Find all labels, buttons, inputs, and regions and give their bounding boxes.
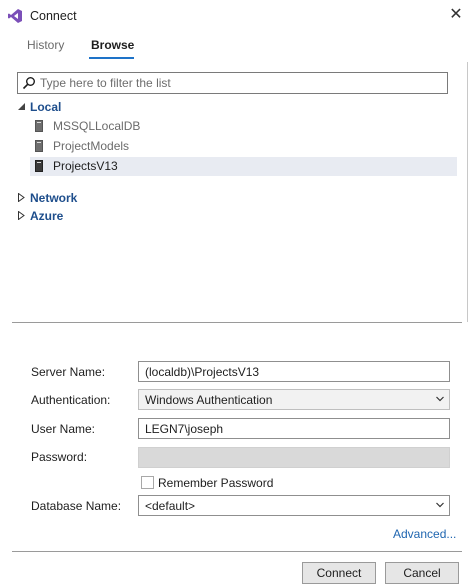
- database-name-value: <default>: [145, 499, 196, 513]
- server-item-label: MSSQLLocalDB: [53, 119, 141, 133]
- tab-browse[interactable]: Browse: [91, 38, 134, 52]
- database-server-icon: [35, 120, 43, 132]
- database-name-select[interactable]: <default>: [138, 495, 450, 516]
- server-item-label: ProjectModels: [53, 139, 130, 153]
- remember-password-checkbox[interactable]: [141, 476, 154, 489]
- active-tab-indicator: [89, 57, 134, 59]
- panel-border: [467, 62, 468, 322]
- filter-box[interactable]: [17, 72, 448, 94]
- section-divider: [12, 322, 462, 323]
- database-server-icon: [35, 160, 43, 172]
- user-name-field[interactable]: LEGN7\joseph: [138, 418, 450, 439]
- cancel-button[interactable]: Cancel: [385, 562, 459, 584]
- connect-button[interactable]: Connect: [302, 562, 376, 584]
- collapsed-triangle-icon[interactable]: [17, 193, 26, 202]
- search-icon: [22, 77, 35, 90]
- chevron-down-icon: [436, 502, 444, 508]
- remember-password-label[interactable]: Remember Password: [158, 476, 273, 490]
- expanded-triangle-icon[interactable]: [17, 102, 26, 111]
- database-name-label: Database Name:: [31, 499, 122, 513]
- password-label: Password:: [31, 450, 88, 464]
- server-name-field[interactable]: (localdb)\ProjectsV13: [138, 361, 450, 382]
- tree-node-network-label: Network: [30, 191, 78, 205]
- user-name-label: User Name:: [31, 422, 96, 436]
- close-icon[interactable]: ✕: [447, 6, 465, 24]
- server-name-value: (localdb)\ProjectsV13: [145, 365, 260, 379]
- authentication-label: Authentication:: [31, 393, 111, 407]
- tree-node-azure-label: Azure: [30, 209, 64, 223]
- filter-input[interactable]: [40, 75, 440, 91]
- server-item-projectsv13[interactable]: ProjectsV13: [30, 157, 457, 176]
- advanced-link[interactable]: Advanced...: [393, 527, 456, 541]
- password-field[interactable]: [138, 447, 450, 468]
- database-server-icon: [35, 140, 43, 152]
- server-item-label: ProjectsV13: [53, 159, 118, 173]
- window-title: Connect: [30, 9, 77, 23]
- tab-history[interactable]: History: [27, 38, 64, 52]
- user-name-value: LEGN7\joseph: [145, 422, 224, 436]
- authentication-select[interactable]: Windows Authentication: [138, 389, 450, 410]
- authentication-value: Windows Authentication: [145, 393, 273, 407]
- title-bar: Connect ✕: [0, 0, 474, 32]
- visual-studio-icon: [8, 9, 22, 23]
- collapsed-triangle-icon[interactable]: [17, 211, 26, 220]
- chevron-down-icon: [436, 396, 444, 402]
- tree-node-local-label: Local: [30, 100, 62, 114]
- footer-divider: [12, 551, 462, 552]
- server-name-label: Server Name:: [31, 365, 106, 379]
